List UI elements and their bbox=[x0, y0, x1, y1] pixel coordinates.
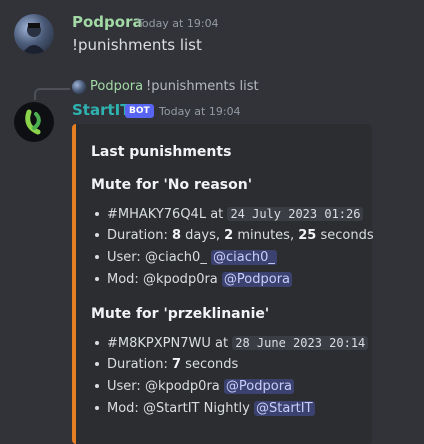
at-label: at bbox=[210, 207, 224, 222]
embed-title: Last punishments bbox=[91, 144, 232, 160]
list-item: Mod: @StartIT Nightly @StartIT bbox=[91, 398, 368, 420]
reply-author-name[interactable]: Podpora bbox=[90, 79, 143, 94]
reply-connector bbox=[34, 88, 70, 100]
message-content: !punishments list bbox=[72, 36, 202, 54]
message-timestamp: Today at 19:04 bbox=[137, 17, 219, 30]
mod-name: @StartIT Nightly bbox=[142, 401, 250, 416]
mod-mention[interactable]: @StartIT bbox=[254, 401, 315, 416]
user-mention[interactable]: @Podpora bbox=[223, 379, 295, 394]
bullet-icon bbox=[95, 383, 99, 388]
embed-field-title: Mute for 'przeklinanie' bbox=[91, 306, 270, 322]
mod-label: Mod: bbox=[107, 272, 139, 287]
reply-content[interactable]: !punishments list bbox=[146, 79, 259, 94]
user-name: @kpodp0ra bbox=[144, 379, 220, 394]
list-item: User: @kpodp0ra @Podpora bbox=[91, 376, 368, 398]
bullet-icon bbox=[95, 340, 99, 345]
user-label: User: bbox=[107, 250, 141, 265]
punishment-date: 28 June 2023 20:14 bbox=[232, 336, 369, 350]
duration-minutes: 2 bbox=[224, 228, 234, 243]
user-name: @ciach0_ bbox=[144, 250, 207, 265]
bullet-icon bbox=[95, 405, 99, 410]
startit-logo-icon bbox=[25, 109, 41, 135]
author-name-startit[interactable]: StartIT bbox=[72, 101, 130, 119]
duration-minutes-unit: minutes, bbox=[237, 228, 295, 243]
author-name-podpora[interactable]: Podpora bbox=[72, 13, 143, 31]
reply-avatar[interactable] bbox=[72, 80, 86, 94]
embed-card: Last punishments Mute for 'No reason' #M… bbox=[72, 124, 374, 444]
bot-badge: BOT bbox=[125, 104, 154, 118]
bullet-icon bbox=[95, 211, 99, 216]
embed-field-list: #M8KPXPN7WU at 28 June 2023 20:14 Durati… bbox=[91, 332, 369, 420]
list-item: #MHAKY76Q4L at 24 July 2023 01:26 bbox=[91, 203, 374, 225]
bullet-icon bbox=[95, 361, 99, 366]
embed-field-title: Mute for 'No reason' bbox=[91, 177, 252, 193]
duration-days: 8 bbox=[171, 228, 182, 243]
duration-seconds: 7 bbox=[171, 357, 182, 372]
punishment-id: #M8KPXPN7WU bbox=[107, 336, 211, 351]
bullet-icon bbox=[95, 276, 99, 281]
embed-field-list: #MHAKY76Q4L at 24 July 2023 01:26 Durati… bbox=[91, 203, 374, 291]
mod-name: @kpodp0ra bbox=[142, 272, 218, 287]
message-timestamp: Today at 19:04 bbox=[159, 105, 241, 118]
user-label: User: bbox=[107, 379, 141, 394]
duration-seconds: 25 bbox=[298, 228, 317, 243]
punishment-date: 24 July 2023 01:26 bbox=[227, 207, 364, 221]
at-label: at bbox=[215, 336, 229, 351]
list-item: User: @ciach0_ @ciach0_ bbox=[91, 247, 374, 269]
list-item: Duration: 7 seconds bbox=[91, 354, 368, 376]
duration-days-unit: days, bbox=[185, 228, 220, 243]
bullet-icon bbox=[95, 232, 99, 237]
list-item: #M8KPXPN7WU at 28 June 2023 20:14 bbox=[91, 332, 369, 354]
duration-label: Duration: bbox=[107, 357, 168, 372]
mod-mention[interactable]: @Podpora bbox=[221, 272, 293, 287]
duration-label: Duration: bbox=[107, 228, 168, 243]
list-item: Duration: 8 days, 2 minutes, 25 seconds bbox=[91, 225, 374, 247]
startit-avatar[interactable] bbox=[14, 102, 54, 142]
mod-label: Mod: bbox=[107, 401, 139, 416]
punishment-id: #MHAKY76Q4L bbox=[107, 207, 207, 222]
bullet-icon bbox=[95, 254, 99, 259]
user-mention[interactable]: @ciach0_ bbox=[210, 250, 277, 265]
duration-seconds-unit: seconds bbox=[185, 357, 239, 372]
list-item: Mod: @kpodp0ra @Podpora bbox=[91, 269, 374, 291]
duration-seconds-unit: seconds bbox=[320, 228, 374, 243]
podpora-avatar[interactable] bbox=[14, 14, 54, 54]
